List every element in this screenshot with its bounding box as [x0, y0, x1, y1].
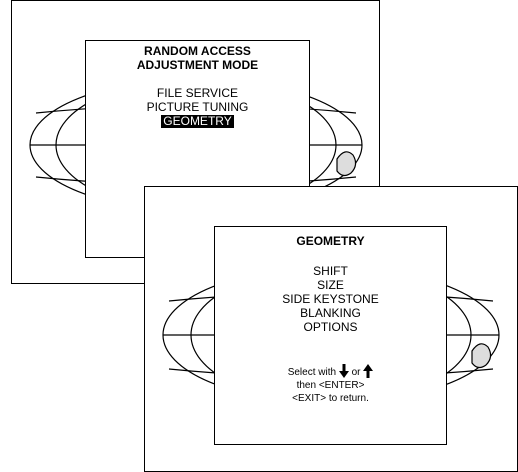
arrow-down-icon — [338, 364, 349, 378]
navigation-hint: Select with or — [215, 364, 446, 379]
menu-item-side-keystone[interactable]: SIDE KEYSTONE — [280, 293, 380, 306]
menu-item-size[interactable]: SIZE — [315, 279, 346, 292]
menu-item-shift[interactable]: SHIFT — [311, 265, 350, 278]
hint-or-text: or — [351, 367, 361, 378]
hint-select-text: Select with — [287, 367, 337, 378]
hint-exit-text: <EXIT> to return. — [292, 393, 369, 404]
geometry-menu: GEOMETRY SHIFT SIZE SIDE KEYSTONE BLANKI… — [214, 226, 447, 445]
menu-item-picture-tuning[interactable]: PICTURE TUNING — [145, 101, 251, 114]
menu-item-options[interactable]: OPTIONS — [301, 321, 359, 334]
arrow-up-icon — [363, 364, 374, 378]
geometry-screen: GEOMETRY SHIFT SIZE SIDE KEYSTONE BLANKI… — [144, 186, 518, 472]
menu-item-file-service[interactable]: FILE SERVICE — [155, 87, 240, 100]
menu-title: GEOMETRY — [296, 234, 365, 248]
menu-title: RANDOM ACCESS — [144, 44, 251, 58]
menu-item-blanking[interactable]: BLANKING — [298, 307, 363, 320]
menu-subtitle: ADJUSTMENT MODE — [136, 58, 259, 72]
hint-enter-text: then <ENTER> — [296, 380, 365, 391]
menu-item-geometry[interactable]: GEOMETRY — [161, 115, 234, 128]
